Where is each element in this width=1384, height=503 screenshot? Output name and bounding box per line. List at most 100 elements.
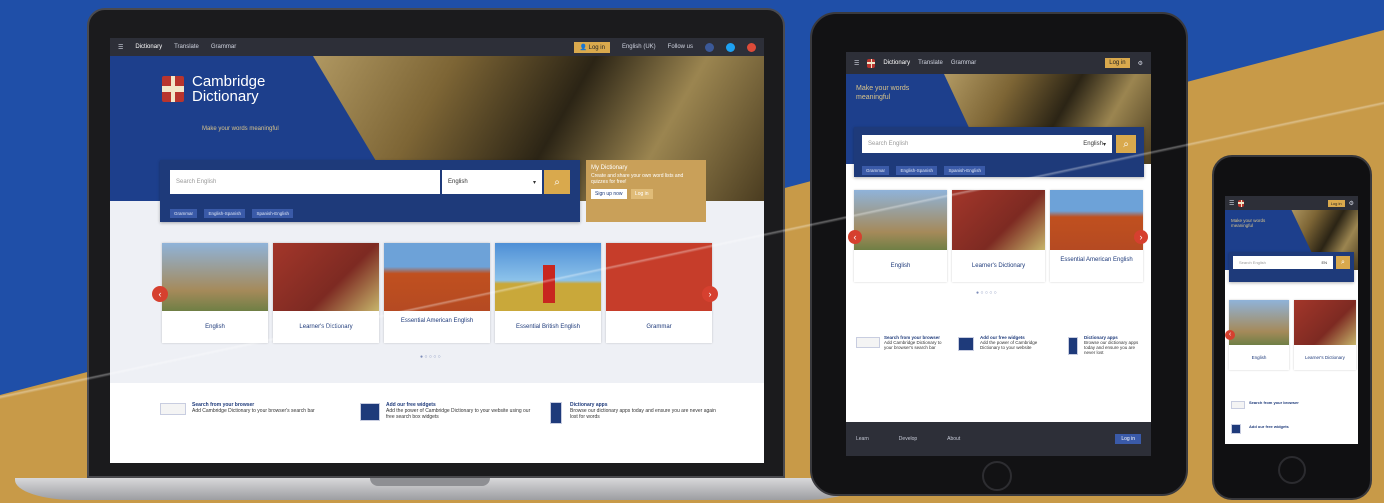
card-image (1229, 300, 1289, 345)
features-strip (110, 383, 764, 463)
brand-line-1: Cambridge (192, 73, 266, 90)
carousel-next-button[interactable]: › (702, 286, 718, 302)
card-learners[interactable]: Learner's Dictionary (952, 190, 1045, 282)
login-button[interactable]: Log in (1327, 199, 1345, 207)
chip-grammar[interactable]: Grammar (862, 166, 889, 175)
footer-develop[interactable]: Develop (899, 436, 917, 442)
carousel-dots[interactable]: ● ○ ○ ○ ○ (420, 354, 441, 360)
chip-english-spanish[interactable]: English-Spanish (896, 166, 937, 175)
feature-widgets[interactable]: Add our free widgets (1249, 424, 1349, 429)
feature-apps[interactable]: Dictionary apps Browse our dictionary ap… (570, 402, 720, 420)
laptop-notch (370, 478, 490, 486)
browser-search-icon (160, 403, 186, 415)
widget-icon (1231, 424, 1241, 434)
gear-icon[interactable]: ⚙ (1138, 60, 1143, 67)
search-input[interactable]: Search English EN (1233, 256, 1333, 269)
tablet-tagline: Make your words meaningful (856, 84, 909, 102)
widget-icon (958, 337, 974, 351)
footer-login-button[interactable]: Log in (1115, 434, 1141, 444)
nav-translate[interactable]: Translate (174, 44, 199, 50)
card-essential-american[interactable]: Essential American English (1050, 190, 1143, 282)
language-dropdown-label: English (448, 179, 468, 185)
facebook-icon[interactable] (705, 42, 714, 52)
card-image (495, 243, 601, 311)
login-label: Log in (588, 44, 605, 51)
menu-icon[interactable]: ☰ (854, 60, 859, 67)
card-label: Essential American English (1060, 257, 1133, 263)
footer-learn[interactable]: Learn (856, 436, 869, 442)
nav-dictionary[interactable]: Dictionary (883, 60, 910, 66)
language-dropdown[interactable]: English ▾ (442, 170, 542, 194)
card-learners[interactable]: Learner's Dictionary (273, 243, 379, 343)
language-dropdown[interactable]: English (1083, 141, 1103, 147)
footer-about[interactable]: About (947, 436, 960, 442)
card-english[interactable]: English (1229, 300, 1289, 370)
search-input[interactable]: Search English English ▾ (862, 135, 1112, 153)
card-essential-american[interactable]: Essential American English (384, 243, 490, 343)
card-english[interactable]: English (854, 190, 947, 282)
menu-icon[interactable]: ☰ (1229, 200, 1234, 207)
my-dictionary-login-button[interactable]: Log in (630, 189, 653, 199)
search-panel: Search English English ▾ ⌕ Grammar Engli… (854, 127, 1144, 177)
language-dropdown[interactable]: EN (1321, 260, 1327, 265)
nav-grammar[interactable]: Grammar (211, 44, 236, 50)
nav-dictionary[interactable]: Dictionary (135, 44, 162, 50)
login-button[interactable]: 👤 Log in (574, 41, 610, 53)
signup-button[interactable]: Sign up now (591, 189, 627, 199)
chip-spanish-english[interactable]: Spanish-English (944, 166, 985, 175)
search-button[interactable]: ⌕ (544, 170, 570, 194)
card-label: Learner's Dictionary (1305, 355, 1345, 360)
brand-line-2: Dictionary (192, 88, 259, 105)
twitter-icon[interactable] (726, 42, 735, 52)
laptop-topbar: ☰ Dictionary Translate Grammar 👤 Log in … (110, 38, 764, 56)
carousel-next-button[interactable]: › (1134, 230, 1148, 244)
tagline-line-1: Make your words (856, 85, 910, 92)
carousel-prev-button[interactable]: ‹ (152, 286, 168, 302)
search-panel: Search English EN ⌕ (1229, 252, 1354, 282)
search-chips: Grammar English-Spanish Spanish-English (170, 202, 296, 220)
feature-browser[interactable]: Search from your browser (1249, 400, 1349, 405)
carousel-prev-button[interactable]: ‹ (1225, 330, 1235, 340)
chip-spanish-english[interactable]: Spanish-English (252, 209, 293, 218)
chip-english-spanish[interactable]: English-Spanish (204, 209, 245, 218)
brand-name: Cambridge Dictionary (192, 74, 265, 104)
card-label: English (890, 263, 911, 269)
search-button[interactable]: ⌕ (1116, 135, 1136, 153)
chip-grammar[interactable]: Grammar (170, 209, 197, 218)
feature-widgets[interactable]: Add our free widgets Add the power of Ca… (386, 402, 536, 420)
feature-widgets[interactable]: Add our free widgets Add the power of Ca… (980, 335, 1040, 350)
carousel-prev-button[interactable]: ‹ (848, 230, 862, 244)
nav-translate[interactable]: Translate (918, 60, 943, 66)
user-icon: 👤 (579, 44, 587, 51)
card-image (1050, 190, 1143, 250)
feature-apps[interactable]: Dictionary apps Browse our dictionary ap… (1084, 335, 1144, 355)
search-button[interactable]: ⌕ (1336, 256, 1350, 269)
my-dictionary-box: My Dictionary Create and share your own … (586, 160, 706, 222)
card-essential-british[interactable]: Essential British English (495, 243, 601, 343)
language-selector[interactable]: English (UK) (622, 44, 656, 50)
card-label: Learner's Dictionary (971, 263, 1026, 269)
card-image (273, 243, 379, 311)
phone-home-button[interactable] (1278, 456, 1306, 484)
card-learners[interactable]: Learner's Dictionary (1294, 300, 1356, 370)
nav-grammar[interactable]: Grammar (951, 60, 976, 66)
card-label: Learner's Dictionary (299, 324, 353, 330)
tablet-home-button[interactable] (982, 461, 1012, 491)
feature-text: Add Cambridge Dictionary to your browser… (884, 340, 942, 350)
card-label: Essential American English (400, 318, 474, 324)
widget-icon (360, 403, 380, 421)
card-english[interactable]: English (162, 243, 268, 343)
feature-browser[interactable]: Search from your browser Add Cambridge D… (192, 402, 322, 414)
search-input[interactable]: Search English (170, 170, 440, 194)
gear-icon[interactable]: ⚙ (1349, 200, 1354, 207)
feature-browser[interactable]: Search from your browser Add Cambridge D… (884, 335, 944, 350)
card-grammar[interactable]: Grammar (606, 243, 712, 343)
carousel-dots[interactable]: ● ○ ○ ○ ○ (976, 290, 997, 296)
googleplus-icon[interactable] (747, 42, 756, 52)
login-button[interactable]: Log in (1105, 58, 1130, 68)
menu-icon[interactable]: ☰ (118, 44, 123, 51)
phone-screen: ☰ Log in ⚙ Make your words meaningful Se… (1225, 196, 1358, 444)
card-label: English (1251, 355, 1267, 360)
feature-text: Browse our dictionary apps today and ens… (570, 408, 716, 420)
cambridge-shield-icon (867, 58, 876, 68)
